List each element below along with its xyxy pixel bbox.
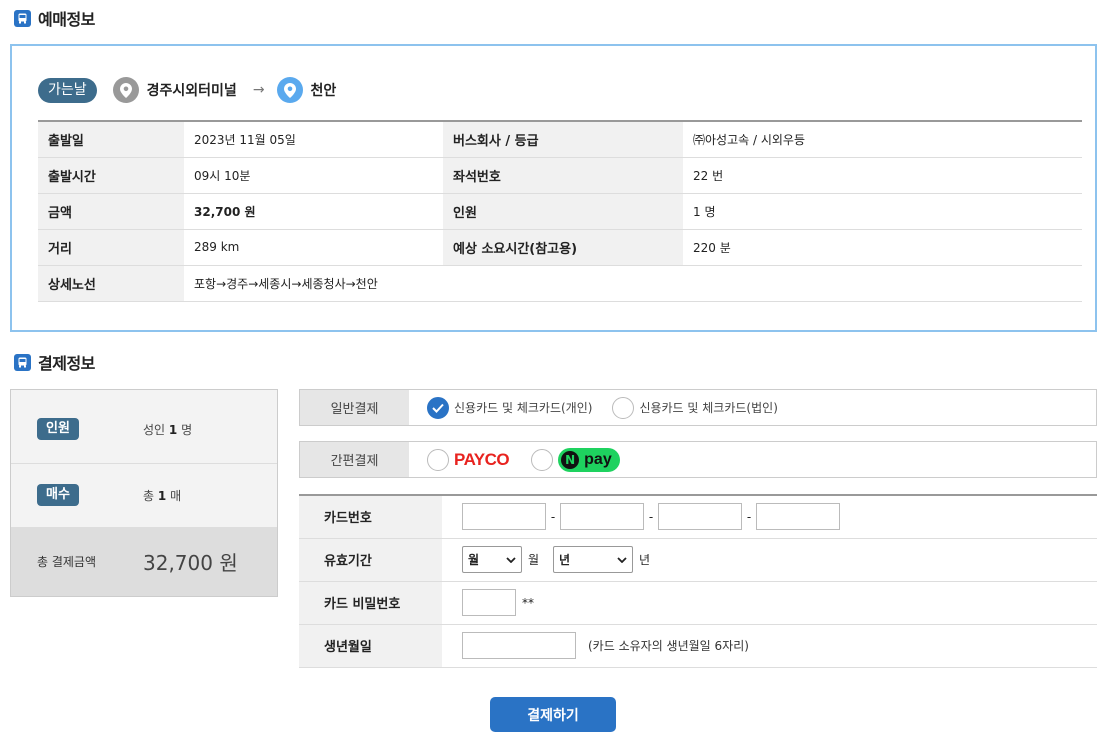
table-row: 출발시간 09시 10분 좌석번호 22 번 (38, 157, 1082, 194)
easy-payment-label: 간편결제 (300, 442, 409, 477)
npay-option[interactable]: N pay (531, 447, 620, 472)
card-number-input-1[interactable] (462, 503, 546, 531)
route-detail-value: 포항→경주→세종시→세종청사→천안 (184, 265, 1082, 302)
birth-label: 생년월일 (299, 624, 442, 668)
detail-value: 220 분 (683, 229, 1082, 266)
origin-terminal: 경주시외터미널 (146, 83, 237, 99)
payco-option[interactable]: PAYCO (427, 448, 510, 471)
corporate-card-option[interactable]: 신용카드 및 체크카드(법인) (612, 396, 778, 419)
payment-info-title: 결제정보 (38, 354, 95, 373)
personal-card-option[interactable]: 신용카드 및 체크카드(개인) (427, 396, 593, 419)
card-number-input-2[interactable] (560, 503, 644, 531)
easy-payment-row: 간편결제 PAYCO N pay (299, 441, 1097, 478)
detail-value: 1 명 (683, 193, 1082, 230)
pay-button[interactable]: 결제하기 (490, 697, 616, 732)
tickets-value: 총 1 매 (143, 488, 182, 503)
radio-unchecked-icon[interactable] (427, 448, 449, 471)
card-number-input-3[interactable] (658, 503, 742, 531)
passengers-badge: 인원 (37, 418, 79, 440)
general-payment-row: 일반결제 신용카드 및 체크카드(개인) 신용카드 및 체크카드(법인) (299, 389, 1097, 426)
total-amount: 32,700 원 (143, 551, 238, 575)
table-row: 출발일 2023년 11월 05일 버스회사 / 등급 ㈜아성고속 / 시외우등 (38, 121, 1082, 158)
detail-value: ㈜아성고속 / 시외우등 (683, 121, 1082, 158)
card-number-label: 카드번호 (299, 495, 442, 539)
table-row: 금액 32,700 원 인원 1 명 (38, 193, 1082, 230)
birth-row: 생년월일 (카드 소유자의 생년월일 6자리) (299, 624, 1097, 668)
ticket-info-heading: 예매정보 (14, 6, 95, 30)
detail-value: 22 번 (683, 157, 1082, 194)
destination-terminal: 천안 (310, 83, 337, 99)
pin-suffix: ** (522, 595, 534, 610)
chevron-down-icon (506, 556, 516, 563)
npay-logo: N pay (558, 447, 620, 472)
detail-label: 출발시간 (38, 157, 184, 194)
year-select[interactable]: 년 (553, 546, 634, 573)
bus-icon (14, 9, 31, 27)
detail-label: 금액 (38, 193, 184, 230)
ticket-info-box: 가는날 경주시외터미널 → 천안 출발일 2023년 11월 05일 버스회사 … (10, 44, 1097, 332)
card-number-input-4[interactable] (756, 503, 840, 531)
personal-card-label: 신용카드 및 체크카드(개인) (454, 401, 593, 415)
general-payment-label: 일반결제 (300, 390, 409, 425)
chevron-down-icon (617, 556, 627, 563)
total-label: 총 결제금액 (37, 555, 97, 569)
detail-label: 인원 (443, 193, 683, 230)
location-pin-icon (276, 77, 303, 103)
detail-value: 09시 10분 (184, 157, 443, 194)
bus-icon (14, 353, 31, 371)
pin-label: 카드 비밀번호 (299, 581, 442, 625)
expiry-row: 유효기간 월월년년 (299, 538, 1097, 582)
card-form: 카드번호 --- 유효기간 월월년년 카드 비밀번호 ** 생년월일 (카드 소… (299, 494, 1097, 668)
table-row: 상세노선 포항→경주→세종시→세종청사→천안 (38, 265, 1082, 302)
birth-note: (카드 소유자의 생년월일 6자리) (588, 639, 749, 653)
tickets-badge: 매수 (37, 484, 79, 506)
tickets-row: 매수 총 1 매 (11, 460, 277, 530)
birthdate-input[interactable] (462, 632, 576, 659)
detail-value: 289 km (184, 229, 443, 266)
pin-row: 카드 비밀번호 ** (299, 581, 1097, 625)
card-pin-input[interactable] (462, 589, 516, 616)
payment-summary: 인원 성인 1 명 매수 총 1 매 총 결제금액 32,700 원 (10, 389, 278, 597)
radio-unchecked-icon[interactable] (531, 448, 554, 471)
card-number-row: 카드번호 --- (299, 495, 1097, 539)
payment-info-heading: 결제정보 (14, 350, 95, 374)
detail-label: 출발일 (38, 121, 184, 158)
detail-label: 상세노선 (38, 265, 184, 302)
radio-unchecked-icon[interactable] (612, 396, 635, 419)
route-summary: 가는날 경주시외터미널 → 천안 (38, 77, 336, 103)
location-pin-icon (112, 77, 139, 103)
detail-label: 예상 소요시간(참고용) (443, 229, 683, 266)
payco-logo: PAYCO (454, 449, 510, 469)
corporate-card-label: 신용카드 및 체크카드(법인) (639, 401, 778, 415)
ticket-details-table: 출발일 2023년 11월 05일 버스회사 / 등급 ㈜아성고속 / 시외우등… (38, 120, 1082, 302)
detail-label: 거리 (38, 229, 184, 266)
month-select[interactable]: 월 (462, 546, 522, 573)
detail-value: 2023년 11월 05일 (184, 121, 443, 158)
passengers-value: 성인 1 명 (143, 422, 193, 437)
total-row: 총 결제금액 32,700 원 (11, 527, 277, 596)
passengers-row: 인원 성인 1 명 (11, 394, 277, 464)
detail-label: 좌석번호 (443, 157, 683, 194)
detail-label: 버스회사 / 등급 (443, 121, 683, 158)
radio-checked-icon[interactable] (427, 396, 449, 419)
table-row: 거리 289 km 예상 소요시간(참고용) 220 분 (38, 229, 1082, 266)
ticket-info-title: 예매정보 (38, 10, 95, 29)
naver-n-icon: N (561, 450, 580, 469)
direction-badge: 가는날 (38, 77, 97, 103)
arrow-right-icon: → (252, 82, 265, 98)
expiry-label: 유효기간 (299, 538, 442, 582)
detail-value: 32,700 원 (184, 193, 443, 230)
